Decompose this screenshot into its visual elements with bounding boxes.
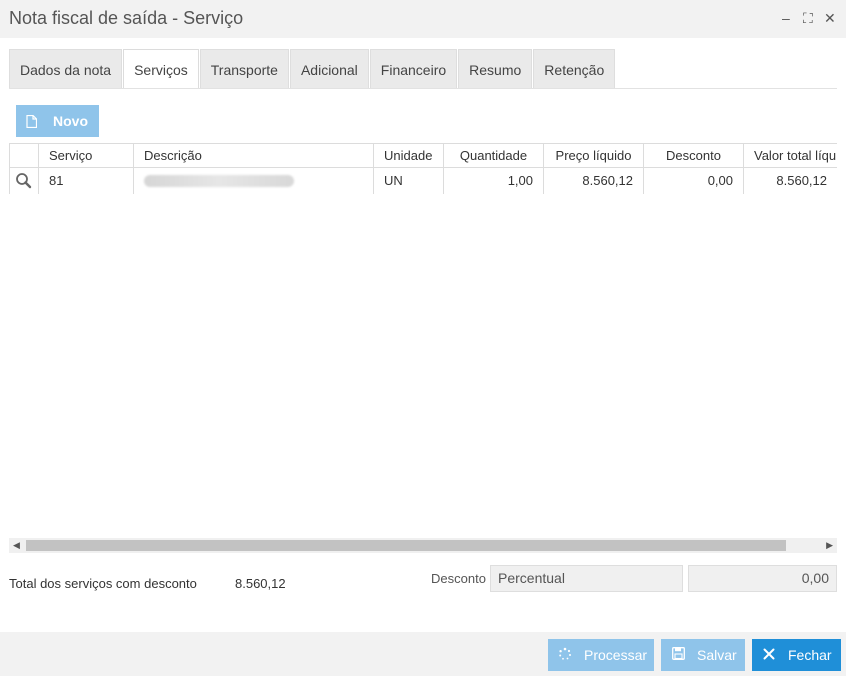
floppy-icon	[671, 647, 685, 663]
cell-descricao	[133, 168, 373, 194]
footer-bar: Processar Salvar Fechar	[0, 632, 846, 676]
table-row[interactable]: 81 UN 1,00 8.560,12 0,00 8.560,12	[9, 168, 837, 194]
tab-servicos[interactable]: Serviços	[123, 49, 199, 89]
tab-resumo[interactable]: Resumo	[458, 49, 533, 88]
close-button-label: Fechar	[788, 647, 832, 663]
minimize-icon[interactable]: –	[782, 10, 790, 26]
column-desconto[interactable]: Desconto	[643, 144, 743, 167]
grid-header: Serviço Descrição Unidade Quantidade Pre…	[9, 143, 837, 168]
cell-preco-liquido: 8.560,12	[543, 168, 643, 194]
column-quantidade[interactable]: Quantidade	[443, 144, 543, 167]
tab-adicional[interactable]: Adicional	[289, 49, 369, 88]
cell-servico: 81	[38, 168, 133, 194]
new-button[interactable]: Novo	[16, 105, 99, 137]
process-button[interactable]: Processar	[548, 639, 654, 671]
discount-value-field[interactable]: 0,00	[688, 565, 837, 592]
tab-financeiro[interactable]: Financeiro	[369, 49, 458, 88]
header-spacer	[9, 144, 38, 167]
search-icon[interactable]	[9, 168, 38, 194]
total-value: 8.560,12	[235, 576, 286, 591]
discount-label: Desconto	[431, 571, 486, 586]
tab-transporte[interactable]: Transporte	[199, 49, 289, 88]
tab-divider	[9, 88, 837, 89]
window-title: Nota fiscal de saída - Serviço	[9, 8, 244, 28]
column-preco-liquido[interactable]: Preço líquido	[543, 144, 643, 167]
discount-type-select[interactable]: Percentual	[490, 565, 683, 592]
tab-bar: Dados da nota Serviços Transporte Adicio…	[9, 49, 616, 89]
spinner-icon	[558, 647, 572, 664]
save-button-label: Salvar	[697, 647, 737, 663]
tab-dados-da-nota[interactable]: Dados da nota	[9, 49, 123, 88]
column-unidade[interactable]: Unidade	[373, 144, 443, 167]
scroll-right-icon[interactable]: ▶	[826, 539, 833, 552]
cell-unidade: UN	[373, 168, 443, 194]
redacted-text	[144, 175, 294, 187]
document-icon	[26, 114, 38, 128]
scroll-left-icon[interactable]: ◀	[13, 539, 20, 552]
scroll-thumb[interactable]	[26, 540, 786, 551]
horizontal-scrollbar[interactable]: ◀ ▶	[9, 538, 837, 553]
cell-valor-total: 8.560,12	[743, 168, 837, 194]
save-button[interactable]: Salvar	[661, 639, 745, 671]
column-descricao[interactable]: Descrição	[133, 144, 373, 167]
column-servico[interactable]: Serviço	[38, 144, 133, 167]
x-icon	[762, 647, 776, 663]
maximize-icon[interactable]: ⛶	[803, 10, 813, 26]
services-grid: Serviço Descrição Unidade Quantidade Pre…	[9, 143, 837, 194]
close-button[interactable]: Fechar	[752, 639, 841, 671]
process-button-label: Processar	[584, 647, 648, 663]
tab-retencao[interactable]: Retenção	[533, 49, 616, 88]
column-valor-total[interactable]: Valor total líqu	[743, 144, 837, 167]
cell-quantidade: 1,00	[443, 168, 543, 194]
close-icon[interactable]: ✕	[824, 10, 836, 26]
total-label: Total dos serviços com desconto	[9, 576, 197, 591]
title-bar: Nota fiscal de saída - Serviço – ⛶ ✕	[0, 0, 846, 38]
cell-desconto: 0,00	[643, 168, 743, 194]
new-button-label: Novo	[53, 113, 88, 129]
